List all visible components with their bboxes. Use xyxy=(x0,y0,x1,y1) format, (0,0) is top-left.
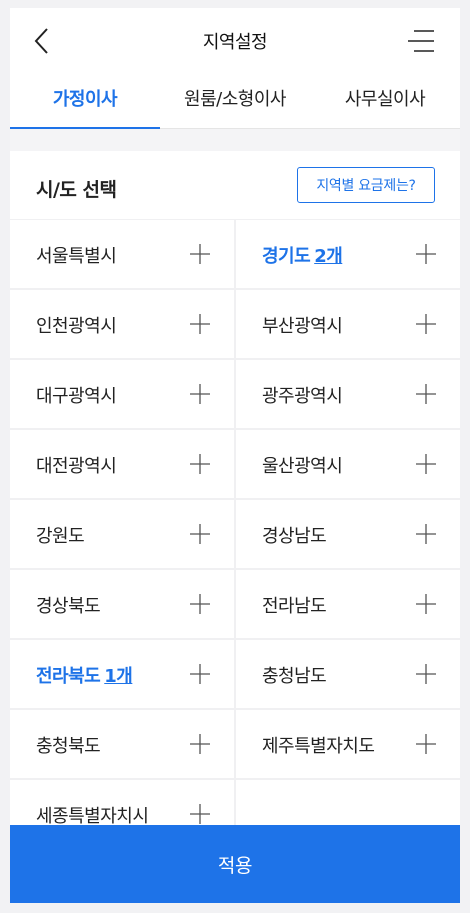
plus-icon xyxy=(190,454,210,474)
region-name: 대구광역시 xyxy=(36,386,117,407)
region-label: 인천광역시 xyxy=(36,312,117,338)
region-item[interactable]: 경기도 2개 xyxy=(236,220,460,288)
region-name: 경기도 xyxy=(262,246,311,267)
region-item[interactable]: 충청남도 xyxy=(236,640,460,708)
plus-icon xyxy=(416,734,436,754)
plus-icon xyxy=(190,524,210,544)
plus-icon xyxy=(190,314,210,334)
section-title: 시/도 선택 xyxy=(36,179,117,201)
region-count: 2개 xyxy=(314,246,343,267)
tab-home-moving[interactable]: 가정이사 xyxy=(10,72,160,129)
region-label: 부산광역시 xyxy=(262,312,343,338)
region-name: 경상남도 xyxy=(262,526,327,547)
region-label: 경상남도 xyxy=(262,522,327,548)
region-grid: 서울특별시 경기도 2개인천광역시 부산광역시대구광역시 광주광역시대전광역시 울산광역시… xyxy=(10,219,460,848)
plus-icon xyxy=(190,384,210,404)
region-name: 전라남도 xyxy=(262,596,327,617)
region-name: 광주광역시 xyxy=(262,386,343,407)
region-name: 전라북도 xyxy=(36,666,101,687)
app-screen: 지역설정 가정이사 원룸/소형이사 사무실이사 시/도 선택 지역별 요금제는?… xyxy=(10,8,460,903)
region-item[interactable]: 인천광역시 xyxy=(10,290,234,358)
plus-icon xyxy=(190,244,210,264)
region-label: 전라남도 xyxy=(262,592,327,618)
header: 지역설정 xyxy=(10,8,460,72)
region-name: 충청북도 xyxy=(36,736,101,757)
region-label: 울산광역시 xyxy=(262,452,343,478)
region-item[interactable]: 충청북도 xyxy=(10,710,234,778)
region-label: 충청북도 xyxy=(36,732,101,758)
region-label: 강원도 xyxy=(36,522,85,548)
region-item[interactable]: 강원도 xyxy=(10,500,234,568)
region-name: 부산광역시 xyxy=(262,316,343,337)
plus-icon xyxy=(416,384,436,404)
region-name: 인천광역시 xyxy=(36,316,117,337)
region-name: 대전광역시 xyxy=(36,456,117,477)
tab-small-moving[interactable]: 원룸/소형이사 xyxy=(160,72,310,128)
region-item[interactable]: 대구광역시 xyxy=(10,360,234,428)
region-label: 충청남도 xyxy=(262,662,327,688)
region-label: 경상북도 xyxy=(36,592,101,618)
region-item[interactable]: 경상남도 xyxy=(236,500,460,568)
plus-icon xyxy=(416,594,436,614)
region-item[interactable]: 전라남도 xyxy=(236,570,460,638)
region-label: 제주특별자치도 xyxy=(262,732,375,758)
region-name: 울산광역시 xyxy=(262,456,343,477)
region-item[interactable]: 제주특별자치도 xyxy=(236,710,460,778)
region-item[interactable]: 부산광역시 xyxy=(236,290,460,358)
plus-icon xyxy=(416,314,436,334)
page-title: 지역설정 xyxy=(202,32,268,53)
region-name: 세종특별자치시 xyxy=(36,806,149,827)
tab-bar: 가정이사 원룸/소형이사 사무실이사 xyxy=(10,72,460,129)
region-item[interactable]: 서울특별시 xyxy=(10,220,234,288)
region-item[interactable]: 경상북도 xyxy=(10,570,234,638)
plus-icon xyxy=(190,664,210,684)
plus-icon xyxy=(416,454,436,474)
divider xyxy=(10,129,460,151)
region-name: 충청남도 xyxy=(262,666,327,687)
plus-icon xyxy=(416,524,436,544)
region-name: 강원도 xyxy=(36,526,85,547)
region-label: 경기도 2개 xyxy=(262,242,343,268)
tab-office-moving[interactable]: 사무실이사 xyxy=(310,72,460,128)
section-header: 시/도 선택 지역별 요금제는? xyxy=(10,151,460,219)
apply-button[interactable]: 적용 xyxy=(10,825,460,903)
region-label: 대전광역시 xyxy=(36,452,117,478)
region-name: 제주특별자치도 xyxy=(262,736,375,757)
region-item[interactable]: 울산광역시 xyxy=(236,430,460,498)
region-name: 경상북도 xyxy=(36,596,101,617)
region-count: 1개 xyxy=(104,666,133,687)
plus-icon xyxy=(416,244,436,264)
region-label: 광주광역시 xyxy=(262,382,343,408)
region-label: 대구광역시 xyxy=(36,382,117,408)
menu-button[interactable] xyxy=(408,28,436,54)
region-label: 서울특별시 xyxy=(36,242,117,268)
region-name: 서울특별시 xyxy=(36,246,117,267)
plus-icon xyxy=(190,734,210,754)
region-item[interactable]: 전라북도 1개 xyxy=(10,640,234,708)
plus-icon xyxy=(190,594,210,614)
region-item[interactable]: 대전광역시 xyxy=(10,430,234,498)
plus-icon xyxy=(190,804,210,824)
region-fee-button[interactable]: 지역별 요금제는? xyxy=(297,167,435,203)
plus-icon xyxy=(416,664,436,684)
region-label: 전라북도 1개 xyxy=(36,662,133,688)
menu-icon xyxy=(408,30,434,52)
region-item[interactable]: 광주광역시 xyxy=(236,360,460,428)
